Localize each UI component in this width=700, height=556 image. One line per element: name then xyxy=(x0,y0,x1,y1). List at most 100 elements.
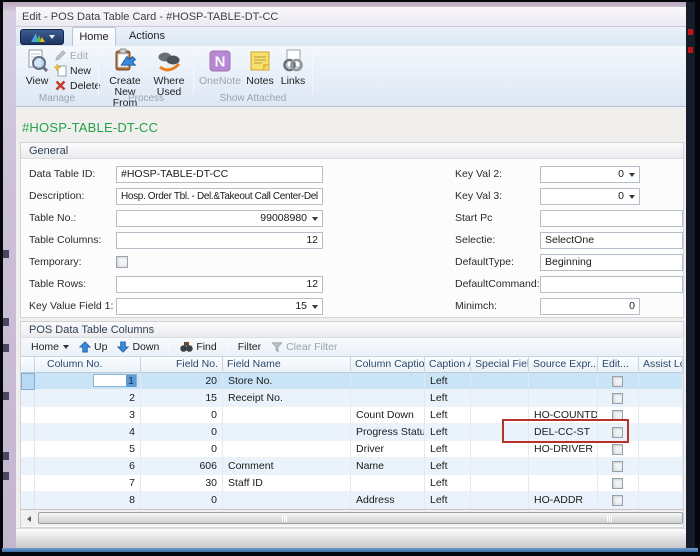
cell-field-no[interactable]: 0 xyxy=(141,492,223,509)
field-input-table-rows[interactable]: 12 xyxy=(116,276,323,293)
cell-column-caption[interactable]: Driver xyxy=(351,441,425,458)
cell-field-name[interactable] xyxy=(223,407,351,424)
edit-checkbox[interactable] xyxy=(612,495,623,506)
header-special-field[interactable]: Special Fiel... xyxy=(471,357,529,373)
header-edit[interactable]: Edit... xyxy=(598,357,639,373)
cell-special-field[interactable] xyxy=(471,441,529,458)
cell-edit[interactable] xyxy=(598,492,639,509)
cell-assist[interactable] xyxy=(639,390,683,407)
row-selector[interactable] xyxy=(21,441,35,458)
cell-column-caption[interactable] xyxy=(351,475,425,492)
cell-column-caption[interactable]: Name xyxy=(351,458,425,475)
cell-assist[interactable] xyxy=(639,458,683,475)
cell-column-no[interactable]: 7 xyxy=(35,475,141,492)
field-input-defaulttype[interactable]: Beginning xyxy=(540,254,683,271)
table-row[interactable]: 215Receipt No.Left xyxy=(21,390,683,407)
cell-assist[interactable] xyxy=(639,373,683,390)
row-selector[interactable] xyxy=(21,458,35,475)
cell-caption-align[interactable]: Left xyxy=(425,492,471,509)
general-fasttab-header[interactable]: General xyxy=(21,143,683,159)
field-input-selectie[interactable]: SelectOne xyxy=(540,232,683,249)
cell-field-no[interactable]: 15 xyxy=(141,390,223,407)
header-assist[interactable]: Assist Look... xyxy=(639,357,683,373)
cell-column-caption[interactable] xyxy=(351,373,425,390)
edit-checkbox[interactable] xyxy=(612,376,623,387)
cell-column-no[interactable]: 1 xyxy=(35,373,141,390)
cell-special-field[interactable] xyxy=(471,373,529,390)
cell-assist[interactable] xyxy=(639,441,683,458)
find-button[interactable]: Find xyxy=(180,341,216,353)
table-row[interactable]: 80AddressLeftHO-ADDR xyxy=(21,492,683,509)
table-row[interactable]: 730Staff IDLeft xyxy=(21,475,683,492)
cell-column-no[interactable]: 4 xyxy=(35,424,141,441)
scrollbar-thumb[interactable] xyxy=(38,512,683,524)
dropdown-arrow-icon[interactable] xyxy=(629,195,635,199)
header-column-caption[interactable]: Column Caption xyxy=(351,357,425,373)
cell-assist[interactable] xyxy=(639,424,683,441)
where-used-button[interactable]: Where Used xyxy=(148,48,190,98)
cell-assist[interactable] xyxy=(639,475,683,492)
cell-column-caption[interactable]: Address xyxy=(351,492,425,509)
cell-column-no[interactable]: 5 xyxy=(35,441,141,458)
cell-edit[interactable] xyxy=(598,441,639,458)
cell-special-field[interactable] xyxy=(471,492,529,509)
cell-column-no[interactable]: 2 xyxy=(35,390,141,407)
field-input-start-pc[interactable] xyxy=(540,210,683,227)
cell-special-field[interactable] xyxy=(471,475,529,492)
view-button[interactable]: View xyxy=(20,48,54,87)
application-menu-button[interactable] xyxy=(20,29,64,45)
field-input-data-table-id[interactable]: #HOSP-TABLE-DT-CC xyxy=(116,166,323,183)
row-selector[interactable] xyxy=(21,407,35,424)
cell-edit[interactable] xyxy=(598,475,639,492)
row-selector[interactable] xyxy=(21,475,35,492)
header-source-expression[interactable]: Source Expr... xyxy=(529,357,598,373)
table-row[interactable]: 6606CommentNameLeft xyxy=(21,458,683,475)
field-input-defaultcommand[interactable] xyxy=(540,276,683,293)
row-selector[interactable] xyxy=(21,492,35,509)
links-button[interactable]: Links xyxy=(277,48,309,87)
field-input-minimch[interactable]: 0 xyxy=(540,298,640,315)
cell-caption-align[interactable]: Left xyxy=(425,475,471,492)
edit-checkbox[interactable] xyxy=(612,393,623,404)
cell-column-caption[interactable] xyxy=(351,390,425,407)
header-caption-align[interactable]: Caption Ali... xyxy=(425,357,471,373)
cell-caption-align[interactable]: Left xyxy=(425,424,471,441)
part-header[interactable]: POS Data Table Columns xyxy=(21,322,683,338)
scroll-left-arrow[interactable] xyxy=(23,513,35,524)
dropdown-arrow-icon[interactable] xyxy=(629,173,635,177)
header-field-no[interactable]: Field No. xyxy=(141,357,223,373)
cell-column-caption[interactable]: Count Down xyxy=(351,407,425,424)
cell-field-no[interactable]: 20 xyxy=(141,373,223,390)
tab-actions[interactable]: Actions xyxy=(122,27,172,46)
edit-checkbox[interactable] xyxy=(612,444,623,455)
header-row-selector[interactable] xyxy=(21,357,35,373)
table-row[interactable]: 120Store No.Left xyxy=(21,373,683,390)
row-selector[interactable] xyxy=(21,424,35,441)
field-input-description[interactable]: Hosp. Order Tbl. - Del.&Takeout Call Cen… xyxy=(116,188,323,205)
cell-source-expression[interactable]: HO-DRIVER xyxy=(529,441,598,458)
cell-edit[interactable] xyxy=(598,458,639,475)
cell-special-field[interactable] xyxy=(471,458,529,475)
part-home-menu[interactable]: Home xyxy=(31,341,69,353)
row-selector[interactable] xyxy=(21,373,35,390)
cell-column-no[interactable]: 6 xyxy=(35,458,141,475)
horizontal-scrollbar[interactable] xyxy=(21,509,683,526)
cell-field-no[interactable]: 0 xyxy=(141,424,223,441)
cell-field-name[interactable]: Receipt No. xyxy=(223,390,351,407)
cell-source-expression[interactable] xyxy=(529,458,598,475)
cell-assist[interactable] xyxy=(639,492,683,509)
cell-special-field[interactable] xyxy=(471,390,529,407)
filter-button[interactable]: Filter xyxy=(238,341,261,353)
field-input-table-no[interactable]: 99008980 xyxy=(116,210,323,227)
cell-field-name[interactable]: Store No. xyxy=(223,373,351,390)
cell-column-caption[interactable]: Progress Status xyxy=(351,424,425,441)
cell-edit[interactable] xyxy=(598,390,639,407)
cell-source-expression[interactable]: HO-ADDR xyxy=(529,492,598,509)
cell-field-name[interactable] xyxy=(223,424,351,441)
cell-field-no[interactable]: 0 xyxy=(141,441,223,458)
temporary-checkbox[interactable] xyxy=(116,256,128,268)
field-input-key-val-2[interactable]: 0 xyxy=(540,166,640,183)
cell-edit[interactable] xyxy=(598,373,639,390)
cell-field-no[interactable]: 30 xyxy=(141,475,223,492)
field-input-key-value-field-1[interactable]: 15 xyxy=(116,298,323,315)
